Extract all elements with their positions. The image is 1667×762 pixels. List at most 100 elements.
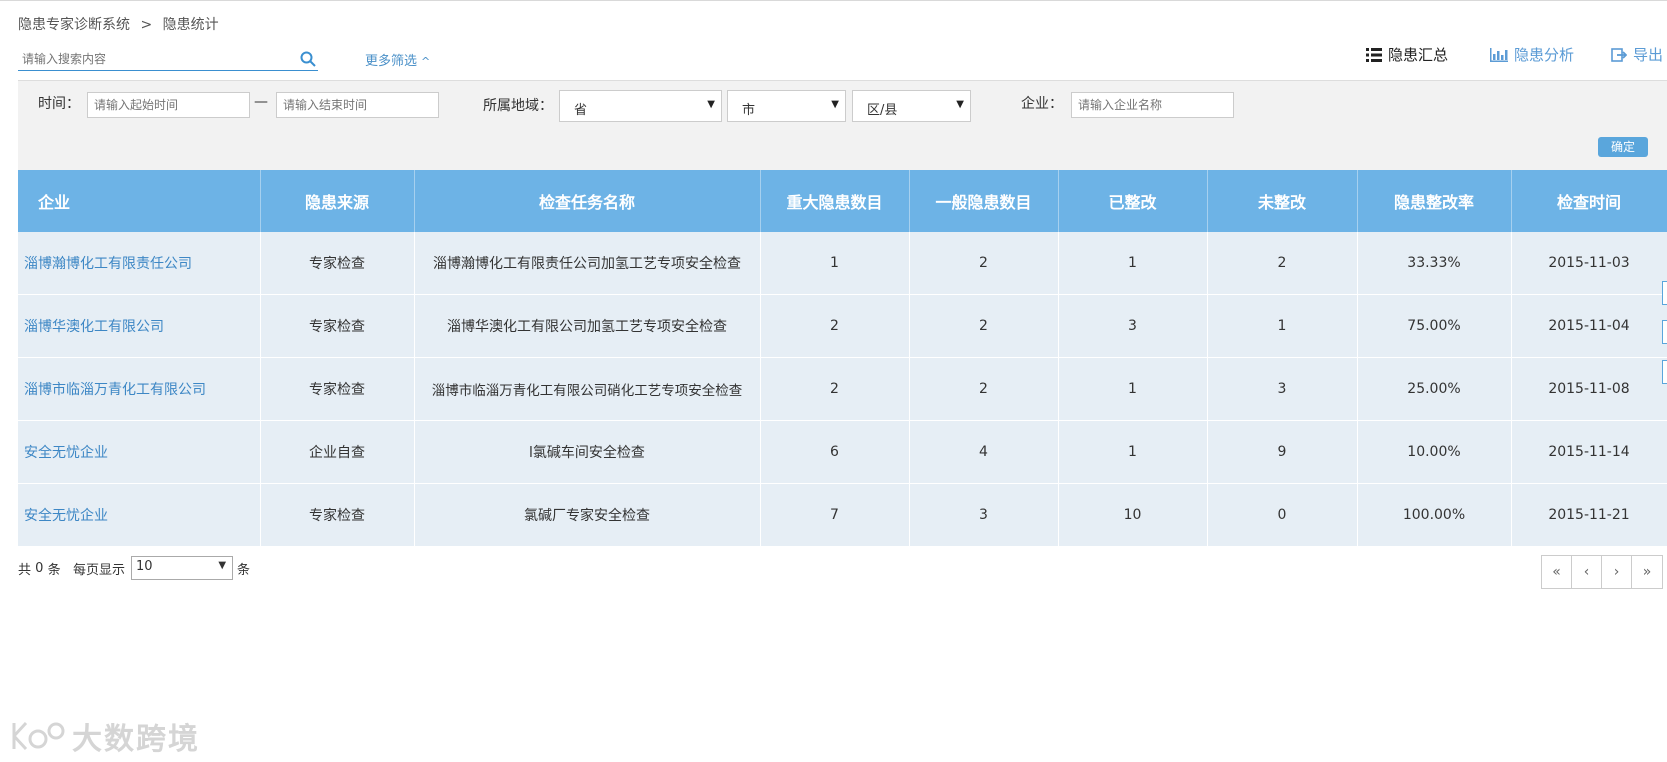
total-count: 0 — [35, 560, 44, 576]
watermark-text: 大数跨境 — [72, 722, 200, 757]
analysis-button[interactable]: 隐患分析 — [1490, 44, 1574, 65]
next-page-button[interactable]: › — [1602, 556, 1632, 588]
dropdown-arrow-icon: ▼ — [218, 560, 227, 571]
company-input[interactable] — [1071, 92, 1234, 118]
export-label: 导出 — [1633, 46, 1664, 64]
watermark-logo-icon — [12, 721, 65, 751]
region-label: 所属地域： — [483, 98, 553, 114]
unfixed-cell: 2 — [1207, 232, 1358, 295]
hazard-table: 企业 隐患来源 检查任务名称 重大隐患数目 一般隐患数目 已整改 未整改 隐患整… — [18, 170, 1667, 547]
table-row: 淄博市临淄万青化工有限公司 专家检查 淄博市临淄万青化工有限公司硝化工艺专项安全… — [18, 357, 1667, 421]
company-link[interactable]: 安全无忧企业 — [18, 483, 261, 547]
time-label: 时间： — [38, 96, 80, 112]
major-count-cell: 7 — [760, 483, 910, 547]
major-count-cell: 2 — [760, 357, 910, 421]
col-fixed: 已整改 — [1058, 170, 1208, 232]
general-count-cell: 2 — [909, 357, 1059, 421]
first-page-button[interactable]: « — [1542, 556, 1572, 588]
district-select[interactable]: 区/县 ▼ — [852, 90, 971, 122]
breadcrumb-current: 隐患统计 — [162, 17, 219, 33]
col-source: 隐患来源 — [260, 170, 415, 232]
page-size-select[interactable]: 10 ▼ — [131, 556, 234, 580]
end-time-input[interactable] — [276, 92, 439, 118]
chevron-up-icon: ^ — [421, 55, 431, 68]
side-tab[interactable] — [1662, 320, 1667, 344]
list-icon — [1366, 47, 1382, 62]
confirm-button[interactable]: 确定 — [1598, 137, 1648, 157]
view-actions: 隐患汇总 隐患分析 导出 — [1366, 44, 1667, 68]
top-border — [0, 0, 1667, 1]
company-label: 企业： — [1021, 96, 1063, 112]
start-time-input[interactable] — [87, 92, 250, 118]
check-time-cell: 2015-11-14 — [1511, 420, 1667, 484]
col-unfixed: 未整改 — [1207, 170, 1358, 232]
fixed-cell: 3 — [1058, 294, 1208, 358]
unfixed-cell: 0 — [1207, 483, 1358, 547]
fixed-cell: 1 — [1058, 357, 1208, 421]
general-count-cell: 2 — [909, 232, 1059, 295]
province-select[interactable]: 省 ▼ — [559, 90, 722, 122]
fix-rate-cell: 25.00% — [1357, 357, 1512, 421]
task-name-cell: 淄博市临淄万青化工有限公司硝化工艺专项安全检查 — [414, 357, 761, 421]
total-suffix: 条 — [47, 562, 61, 578]
side-tab[interactable] — [1662, 281, 1667, 305]
company-link[interactable]: 淄博瀚博化工有限责任公司 — [18, 232, 261, 295]
source-cell: 专家检查 — [260, 483, 415, 547]
table-row: 淄博华澳化工有限公司 专家检查 淄博华澳化工有限公司加氢工艺专项安全检查 2 2… — [18, 294, 1667, 358]
per-page-suffix: 条 — [237, 562, 251, 578]
col-major-count: 重大隐患数目 — [760, 170, 910, 232]
table-header-row: 企业 隐患来源 检查任务名称 重大隐患数目 一般隐患数目 已整改 未整改 隐患整… — [18, 170, 1667, 232]
table-footer: 共 0 条 每页显示 10 ▼ 条 — [18, 556, 250, 580]
total-prefix: 共 — [18, 562, 32, 578]
table-row: 安全无忧企业 专家检查 氯碱厂专家安全检查 7 3 10 0 100.00% 2… — [18, 483, 1667, 547]
company-link[interactable]: 淄博市临淄万青化工有限公司 — [18, 357, 261, 421]
col-task-name: 检查任务名称 — [414, 170, 761, 232]
fix-rate-cell: 75.00% — [1357, 294, 1512, 358]
watermark: 大数跨境 — [10, 714, 200, 758]
more-filter-toggle[interactable]: 更多筛选 ^ — [365, 50, 430, 69]
side-tab[interactable] — [1662, 360, 1667, 384]
fix-rate-cell: 33.33% — [1357, 232, 1512, 295]
fix-rate-cell: 10.00% — [1357, 420, 1512, 484]
dropdown-arrow-icon: ▼ — [831, 99, 839, 110]
breadcrumb-root[interactable]: 隐患专家诊断系统 — [18, 17, 130, 33]
fixed-cell: 1 — [1058, 232, 1208, 295]
major-count-cell: 1 — [760, 232, 910, 295]
filter-panel: 时间： — 所属地域： 省 ▼ 市 ▼ 区/县 ▼ 企业： 确定 — [18, 80, 1667, 171]
unfixed-cell: 1 — [1207, 294, 1358, 358]
source-cell: 专家检查 — [260, 232, 415, 295]
company-link[interactable]: 淄博华澳化工有限公司 — [18, 294, 261, 358]
table-row: 安全无忧企业 企业自查 l氯碱车间安全检查 6 4 1 9 10.00% 201… — [18, 420, 1667, 484]
company-link[interactable]: 安全无忧企业 — [18, 420, 261, 484]
search-input[interactable] — [18, 49, 296, 69]
date-range-dash: — — [254, 94, 268, 110]
unfixed-cell: 3 — [1207, 357, 1358, 421]
check-time-cell: 2015-11-04 — [1511, 294, 1667, 358]
export-icon — [1611, 47, 1627, 62]
search-box — [18, 48, 318, 71]
check-time-cell: 2015-11-21 — [1511, 483, 1667, 547]
source-cell: 企业自查 — [260, 420, 415, 484]
source-cell: 专家检查 — [260, 294, 415, 358]
dropdown-arrow-icon: ▼ — [956, 99, 964, 110]
general-count-cell: 4 — [909, 420, 1059, 484]
city-select[interactable]: 市 ▼ — [727, 90, 846, 122]
prev-page-button[interactable]: ‹ — [1572, 556, 1602, 588]
search-icon[interactable] — [300, 51, 316, 67]
page-size-value: 10 — [136, 559, 153, 574]
summary-button[interactable]: 隐患汇总 — [1366, 44, 1448, 65]
breadcrumb: 隐患专家诊断系统 > 隐患统计 — [18, 14, 225, 34]
bar-chart-icon — [1490, 47, 1508, 62]
export-button[interactable]: 导出 — [1611, 44, 1663, 65]
task-name-cell: 淄博华澳化工有限公司加氢工艺专项安全检查 — [414, 294, 761, 358]
general-count-cell: 3 — [909, 483, 1059, 547]
table-row: 淄博瀚博化工有限责任公司 专家检查 淄博瀚博化工有限责任公司加氢工艺专项安全检查… — [18, 232, 1667, 295]
fixed-cell: 10 — [1058, 483, 1208, 547]
pagination: « ‹ › » — [1541, 555, 1663, 589]
per-page-label: 每页显示 — [73, 562, 126, 578]
task-name-cell: l氯碱车间安全检查 — [414, 420, 761, 484]
task-name-cell: 淄博瀚博化工有限责任公司加氢工艺专项安全检查 — [414, 232, 761, 295]
city-value: 市 — [742, 103, 756, 118]
check-time-cell: 2015-11-08 — [1511, 357, 1667, 421]
last-page-button[interactable]: » — [1632, 556, 1662, 588]
